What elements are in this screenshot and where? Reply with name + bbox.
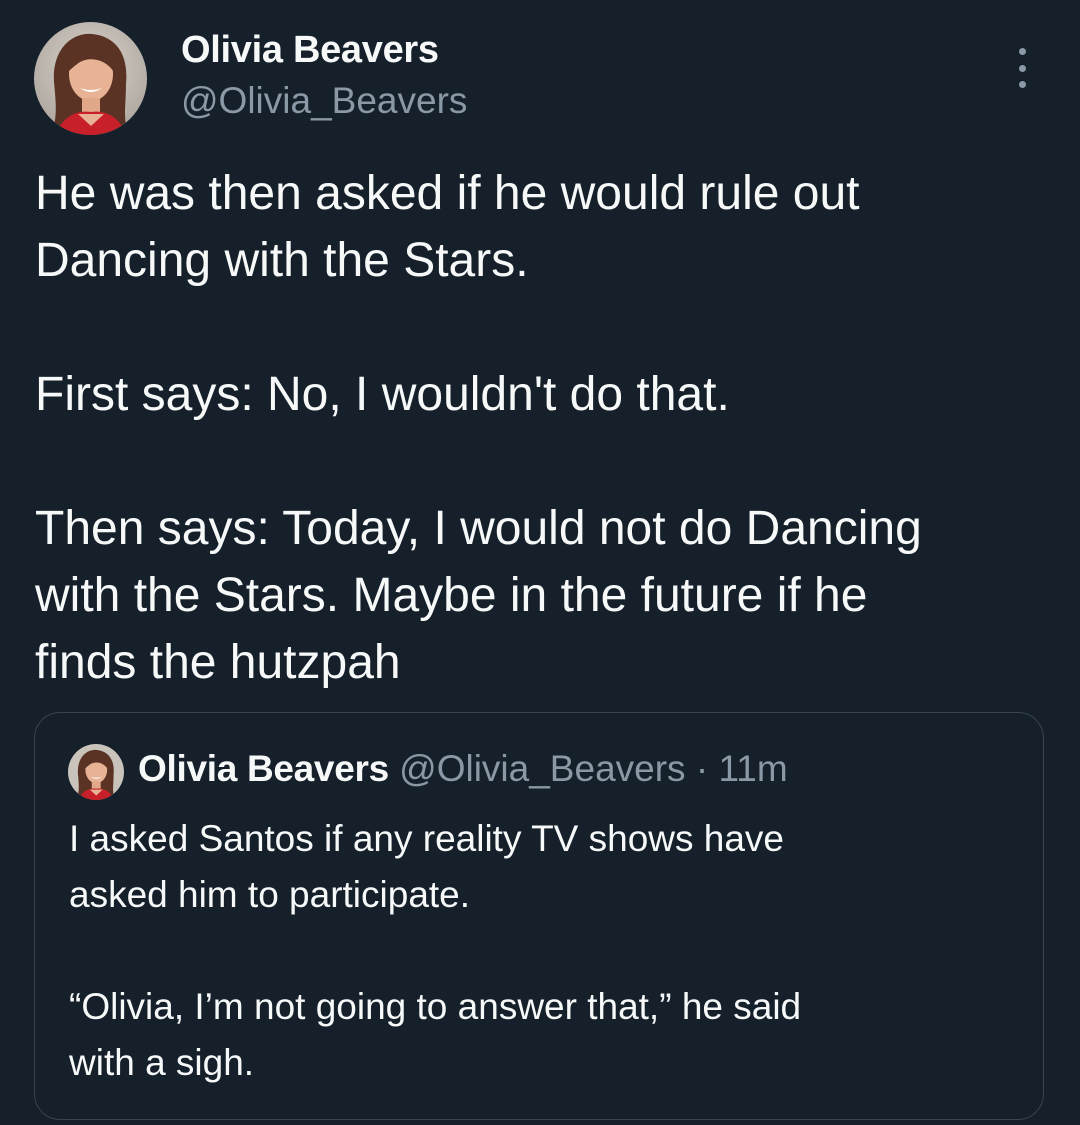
tweet-text-line: Then says: Today, I would not do Dancing: [35, 502, 922, 555]
tweet-text-line: with the Stars. Maybe in the future if h…: [35, 569, 868, 622]
tweet-text: He was then asked if he would rule out D…: [35, 160, 1045, 696]
quoted-timestamp[interactable]: 11m: [718, 748, 787, 789]
avatar-photo: [68, 744, 124, 800]
more-dot: [1018, 64, 1026, 72]
more-dot: [1018, 48, 1026, 55]
quoted-author-name[interactable]: Olivia Beavers: [138, 748, 389, 789]
author-avatar[interactable]: [34, 22, 147, 135]
tweet-text-line: He was then asked if he would rule out: [35, 167, 860, 220]
quoted-tweet-text: I asked Santos if any reality TV shows h…: [69, 811, 801, 1091]
quoted-text-line: asked him to participate.: [69, 874, 471, 915]
quoted-author-avatar[interactable]: [68, 744, 124, 800]
tweet-text-line: First says: No, I wouldn't do that.: [35, 368, 730, 421]
quoted-tweet[interactable]: Olivia Beavers @Olivia_Beavers · 11m I a…: [34, 712, 1044, 1120]
author-handle[interactable]: @Olivia_Beavers: [181, 80, 467, 122]
avatar-photo: [34, 22, 147, 135]
quoted-text-line: with a sigh.: [69, 1042, 255, 1083]
quoted-text-line: I asked Santos if any reality TV shows h…: [69, 818, 785, 859]
author-name[interactable]: Olivia Beavers: [181, 29, 439, 72]
meta-separator: ·: [695, 748, 709, 789]
more-dot: [1018, 81, 1026, 88]
quoted-tweet-header: Olivia Beavers @Olivia_Beavers · 11m: [138, 748, 788, 790]
tweet-card: Olivia Beavers @Olivia_Beavers He was th…: [0, 0, 1080, 1125]
quoted-text-line: “Olivia, I’m not going to answer that,” …: [69, 986, 802, 1027]
tweet-text-line: Dancing with the Stars.: [35, 234, 529, 287]
more-vertical-icon[interactable]: [1007, 48, 1037, 88]
tweet-text-line: finds the hutzpah: [35, 636, 401, 689]
quoted-author-handle[interactable]: @Olivia_Beavers: [399, 748, 685, 789]
